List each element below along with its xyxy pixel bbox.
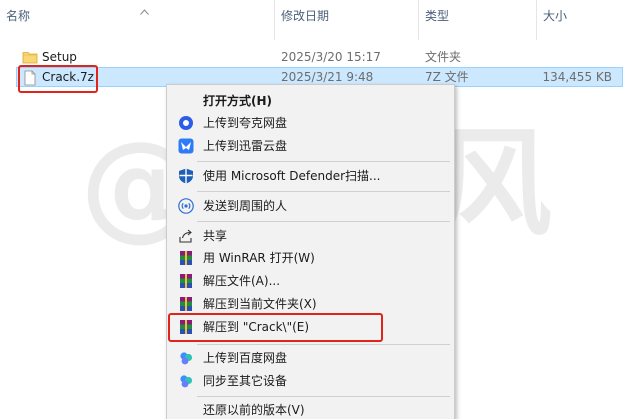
menu-item-upload-baidu[interactable]: 上传到百度网盘 — [169, 347, 452, 369]
winrar-extract-icon — [180, 274, 192, 288]
menu-item-label: 上传到夸克网盘 — [203, 116, 288, 130]
file-size: 134,455 KB — [542, 70, 612, 84]
menu-item-label: 共享 — [203, 229, 228, 243]
menu-item-label: 使用 Microsoft Defender扫描... — [203, 169, 381, 183]
context-menu: 打开方式(H) 上传到夸克网盘 上传到迅雷云盘 使用 Microsoft Def… — [166, 84, 455, 419]
nearby-share-icon — [178, 198, 194, 214]
column-size-header[interactable]: 大小 — [537, 0, 623, 40]
highlight-box-file — [18, 65, 98, 93]
column-name-header[interactable]: 名称 — [0, 0, 275, 40]
menu-separator — [197, 344, 450, 345]
share-icon — [179, 229, 192, 243]
menu-item-label: 用 WinRAR 打开(W) — [203, 251, 315, 265]
menu-item-label: 发送到周围的人 — [203, 199, 288, 213]
menu-item-upload-xunlei[interactable]: 上传到迅雷云盘 — [169, 135, 452, 157]
file-name: Setup — [42, 50, 77, 64]
menu-item-sync-devices[interactable]: 同步至其它设备 — [169, 370, 452, 392]
sort-ascending-icon — [140, 9, 149, 15]
menu-item-label: 还原以前的版本(V) — [203, 403, 305, 417]
winrar-extract-here-icon — [180, 297, 192, 311]
menu-item-label: 上传到百度网盘 — [203, 351, 288, 365]
folder-icon — [22, 52, 38, 64]
menu-item-upload-quark[interactable]: 上传到夸克网盘 — [169, 112, 452, 134]
menu-item-label: 解压文件(A)... — [203, 274, 281, 288]
menu-item-label: 打开方式(H) — [203, 94, 273, 108]
menu-item-extract-here[interactable]: 解压到当前文件夹(X) — [169, 293, 452, 315]
menu-item-label: 同步至其它设备 — [203, 374, 288, 388]
file-row-setup[interactable]: Setup 2025/3/20 15:17 文件夹 — [0, 47, 623, 67]
quark-icon — [179, 116, 193, 130]
menu-item-open-with[interactable]: 打开方式(H) — [169, 90, 452, 112]
menu-separator — [197, 396, 450, 397]
menu-separator — [197, 161, 450, 162]
menu-item-send-nearby[interactable]: 发送到周围的人 — [169, 195, 452, 217]
menu-item-label: 解压到当前文件夹(X) — [203, 297, 317, 311]
winrar-icon — [180, 251, 192, 265]
menu-item-extract-files[interactable]: 解压文件(A)... — [169, 270, 452, 292]
column-type-header[interactable]: 类型 — [419, 0, 537, 40]
file-type: 文件夹 — [425, 50, 462, 64]
menu-item-share[interactable]: 共享 — [169, 225, 452, 247]
menu-item-defender-scan[interactable]: 使用 Microsoft Defender扫描... — [169, 165, 452, 187]
menu-item-label: 上传到迅雷云盘 — [203, 139, 288, 153]
defender-shield-icon — [179, 168, 193, 184]
sync-cloud-icon — [180, 375, 193, 388]
column-date-header[interactable]: 修改日期 — [275, 0, 419, 40]
file-date: 2025/3/20 15:17 — [281, 50, 381, 64]
xunlei-icon — [178, 138, 194, 154]
baidu-cloud-icon — [180, 352, 193, 365]
menu-item-open-winrar[interactable]: 用 WinRAR 打开(W) — [169, 247, 452, 269]
column-header: 名称 修改日期 类型 大小 — [0, 0, 623, 40]
menu-separator — [197, 221, 450, 222]
menu-separator — [197, 191, 450, 192]
highlight-box-menu-item — [168, 313, 383, 342]
menu-item-restore-versions[interactable]: 还原以前的版本(V) — [169, 399, 452, 419]
